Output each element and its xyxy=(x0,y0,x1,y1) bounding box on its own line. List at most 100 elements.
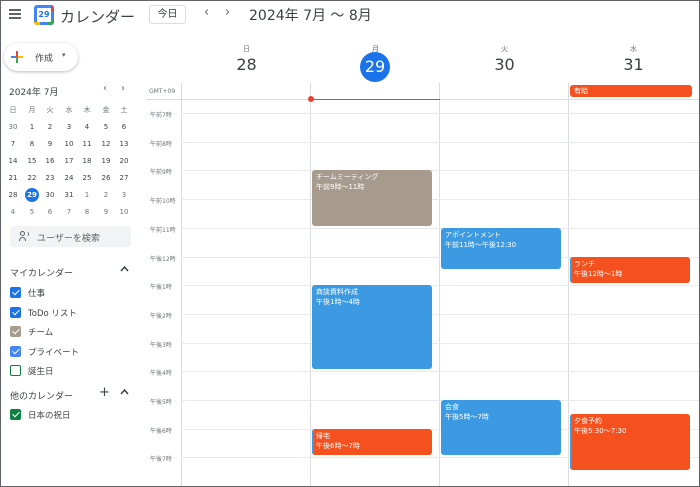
mini-calendar-day[interactable]: 4 xyxy=(6,205,20,219)
mini-calendar-day[interactable]: 25 xyxy=(80,171,94,185)
hour-label: 午後4時 xyxy=(150,370,172,378)
calendar-event[interactable]: 会食 午後5時〜7時 xyxy=(441,400,561,456)
mini-calendar-day[interactable]: 7 xyxy=(6,137,20,151)
hour-label: 午後12時 xyxy=(150,255,176,263)
calendar-label: ToDo リスト xyxy=(28,308,77,319)
mini-calendar-day[interactable]: 9 xyxy=(99,205,113,219)
previous-period-icon[interactable]: ‹ xyxy=(204,5,209,20)
calendar-window: 29 カレンダー 今日 ‹ › 2024年 7月 〜 8月 作成 ▾ 2024年… xyxy=(0,0,700,487)
date-number[interactable]: 30 xyxy=(440,55,569,74)
mini-calendar-day[interactable]: 13 xyxy=(117,137,131,151)
mini-calendar-day[interactable]: 17 xyxy=(62,154,76,168)
mini-calendar-day[interactable]: 20 xyxy=(117,154,131,168)
mini-calendar-day[interactable]: 7 xyxy=(62,205,76,219)
next-period-icon[interactable]: › xyxy=(225,5,230,20)
mini-calendar-day[interactable]: 2 xyxy=(99,188,113,202)
event-time: 午前11時〜午後12:30 xyxy=(445,240,517,249)
hamburger-icon[interactable] xyxy=(9,9,21,19)
mini-calendar-day[interactable]: 23 xyxy=(43,171,57,185)
mini-calendar-day[interactable]: 3 xyxy=(117,188,131,202)
calendar-label: 日本の祝日 xyxy=(28,411,71,421)
day-of-week-label: 水 xyxy=(630,45,637,53)
calendar-logo-icon[interactable]: 29 xyxy=(34,5,54,25)
mini-calendar-day[interactable]: 9 xyxy=(43,137,57,151)
event-time: 午後12時〜1時 xyxy=(574,269,623,278)
add-calendar-icon[interactable]: + xyxy=(99,385,110,400)
people-search-input[interactable]: ユーザーを検索 xyxy=(10,226,131,247)
calendar-checkbox[interactable] xyxy=(10,306,21,318)
mini-calendar-day[interactable]: 24 xyxy=(62,171,76,185)
calendar-event[interactable]: チームミーティング 午前9時〜11時 xyxy=(312,170,432,226)
calendar-event[interactable]: アポイントメント 午前11時〜午後12:30 xyxy=(441,227,561,269)
event-time: 午後6時〜7時 xyxy=(316,441,360,450)
calendar-checkbox[interactable] xyxy=(10,326,21,337)
calendar-event[interactable]: 夕食予約 午後5:30〜7:30 xyxy=(570,414,690,470)
calendar-checkbox[interactable] xyxy=(10,345,21,357)
mini-calendar-day[interactable]: 10 xyxy=(117,205,131,219)
date-number[interactable]: 31 xyxy=(569,55,698,74)
mini-calendar-day[interactable]: 30 xyxy=(6,120,20,134)
mini-calendar-prev-icon[interactable]: ‹ xyxy=(103,83,107,94)
event-time: 午後5時〜7時 xyxy=(445,413,489,421)
chevron-up-icon[interactable] xyxy=(120,265,129,275)
mini-calendar-day[interactable]: 5 xyxy=(25,205,39,219)
calendar-label: 仕事 xyxy=(28,289,46,299)
hour-gridline xyxy=(181,371,699,373)
mini-calendar-day[interactable]: 31 xyxy=(62,188,76,202)
mini-calendar-day[interactable]: 12 xyxy=(99,137,113,151)
event-color-stripe xyxy=(570,414,572,470)
date-number[interactable]: 28 xyxy=(182,55,311,74)
mini-calendar-day[interactable]: 22 xyxy=(25,171,39,185)
mini-calendar-weekday: 月 xyxy=(28,106,36,114)
calendar-event[interactable]: ランチ 午後12時〜1時 xyxy=(570,256,690,284)
hour-label: 午後7時 xyxy=(150,456,172,464)
mini-calendar-day[interactable]: 11 xyxy=(80,137,94,151)
mini-calendar-day[interactable]: 28 xyxy=(6,188,20,202)
hour-label: 午前7時 xyxy=(150,112,172,119)
mini-calendar-day[interactable]: 29 xyxy=(25,188,39,202)
calendar-event[interactable]: 商談資料作成 午後1時〜4時 xyxy=(312,285,432,370)
event-time: 午前9時〜11時 xyxy=(316,183,365,192)
calendar-checkbox[interactable] xyxy=(10,287,21,298)
mini-calendar-title: 2024年 7月 xyxy=(9,88,59,98)
mini-calendar-day[interactable]: 1 xyxy=(25,120,39,134)
mini-calendar-day[interactable]: 26 xyxy=(99,171,113,185)
hour-gridline xyxy=(181,199,699,201)
mini-calendar-day[interactable]: 18 xyxy=(80,154,94,168)
people-icon xyxy=(19,231,30,241)
mini-calendar-day[interactable]: 10 xyxy=(62,137,76,151)
people-search-placeholder: ユーザーを検索 xyxy=(37,234,100,244)
chevron-up-icon[interactable] xyxy=(120,388,129,398)
calendar-event[interactable]: 有給 xyxy=(570,85,692,97)
mini-calendar-day[interactable]: 8 xyxy=(80,205,94,219)
top-bar: 29 カレンダー 今日 ‹ › 2024年 7月 〜 8月 xyxy=(1,1,699,31)
event-title: チームミーティング xyxy=(316,173,379,182)
create-button[interactable]: 作成 ▾ xyxy=(4,43,78,71)
other-calendars-title[interactable]: 他のカレンダー xyxy=(10,389,73,402)
mini-calendar-next-icon[interactable]: › xyxy=(121,83,125,94)
mini-calendar-day[interactable]: 1 xyxy=(80,188,94,202)
mini-calendar-day[interactable]: 5 xyxy=(99,120,113,134)
calendar-checkbox[interactable] xyxy=(10,365,21,376)
mini-calendar-day[interactable]: 4 xyxy=(80,120,94,134)
mini-calendar-day[interactable]: 6 xyxy=(43,205,57,219)
mini-calendar-day[interactable]: 27 xyxy=(117,171,131,185)
mini-calendar-day[interactable]: 15 xyxy=(25,154,39,168)
calendar-event[interactable]: 帰宅 午後6時〜7時 xyxy=(312,428,432,456)
my-calendars-title[interactable]: マイカレンダー xyxy=(10,266,73,279)
calendar-checkbox[interactable] xyxy=(10,409,21,420)
mini-calendar-day[interactable]: 21 xyxy=(6,171,20,185)
mini-calendar-day[interactable]: 14 xyxy=(6,154,20,168)
mini-calendar-day[interactable]: 2 xyxy=(43,120,57,134)
day-of-week-label: 火 xyxy=(501,45,508,53)
today-button[interactable]: 今日 xyxy=(149,5,186,24)
mini-calendar-day[interactable]: 6 xyxy=(117,120,131,134)
mini-calendar-day[interactable]: 3 xyxy=(62,120,76,134)
today-date-number[interactable]: 29 xyxy=(360,52,390,82)
mini-calendar-day[interactable]: 19 xyxy=(99,154,113,168)
mini-calendar-day[interactable]: 16 xyxy=(43,154,57,168)
hour-gridline xyxy=(181,342,699,344)
event-time: 午後1時〜4時 xyxy=(316,298,360,307)
mini-calendar-day[interactable]: 30 xyxy=(43,188,57,202)
mini-calendar-day[interactable]: 8 xyxy=(25,137,39,151)
